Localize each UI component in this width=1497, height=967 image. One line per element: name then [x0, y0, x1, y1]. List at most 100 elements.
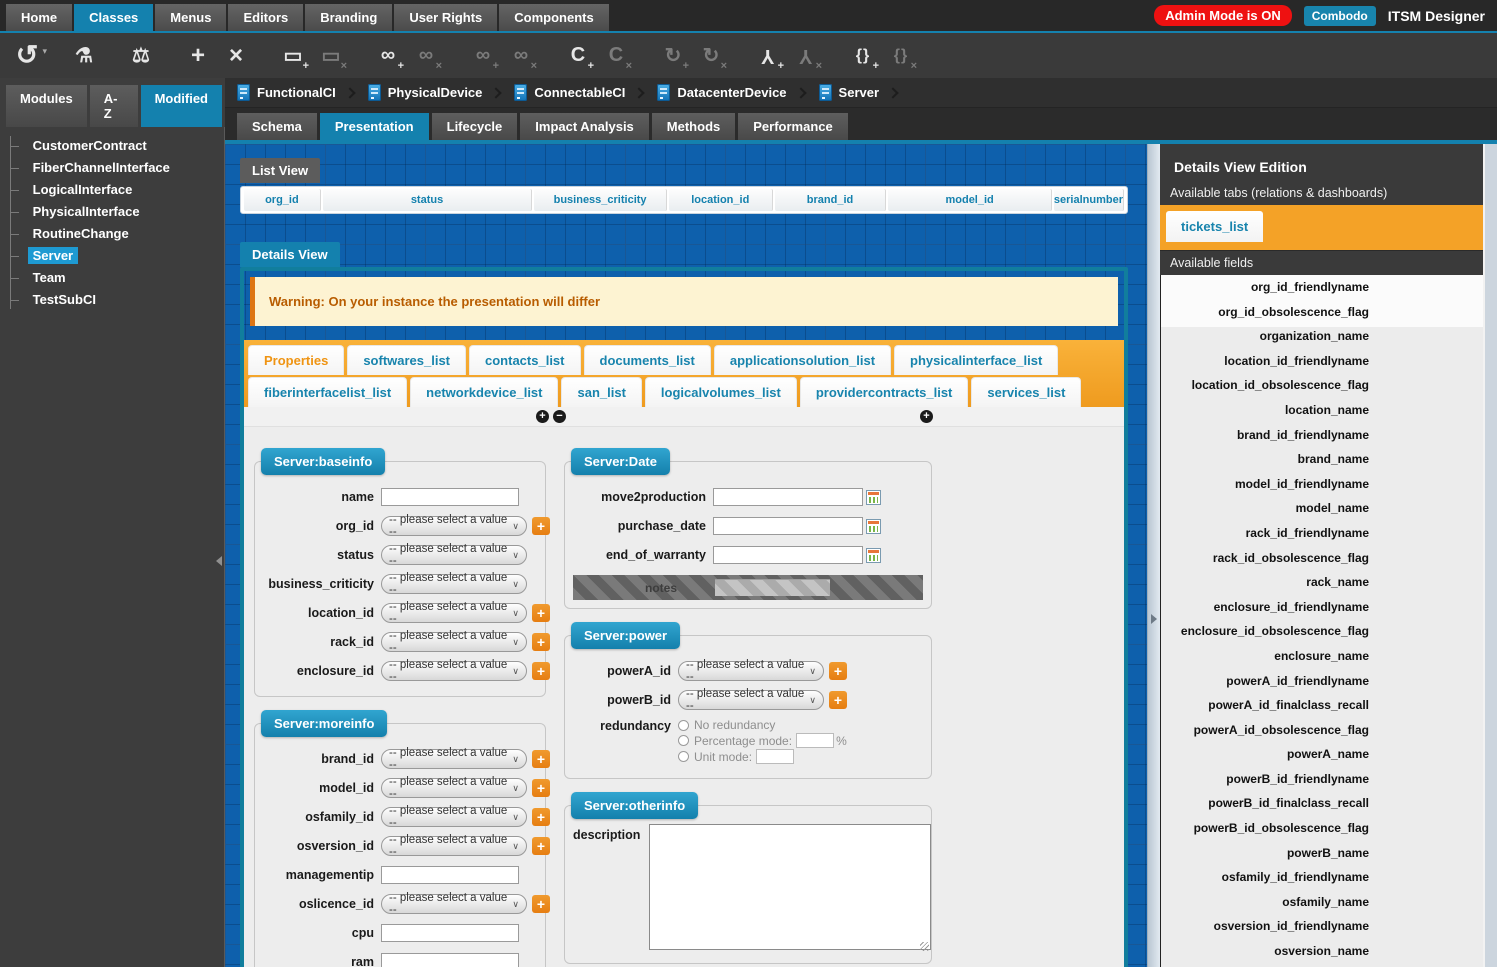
list-view-column[interactable]: org_id — [244, 189, 321, 211]
add-value-button[interactable]: + — [532, 750, 550, 768]
list-view-column[interactable]: brand_id — [775, 189, 887, 211]
date-input[interactable] — [713, 517, 863, 535]
add-linkset-icon[interactable]: ∞ + ▾ — [467, 38, 499, 74]
description-textarea[interactable] — [649, 824, 931, 950]
content-tab[interactable]: Lifecycle — [432, 113, 518, 140]
content-tab[interactable]: Methods — [652, 113, 735, 140]
available-field-item[interactable]: osversion_name — [1161, 939, 1483, 964]
content-tab[interactable]: Impact Analysis — [520, 113, 649, 140]
available-field-item[interactable]: powerB_id_obsolescence_flag — [1161, 816, 1483, 841]
details-tab[interactable]: logicalvolumes_list — [645, 377, 797, 407]
text-input[interactable] — [381, 488, 519, 506]
delete-class-icon[interactable]: × ▾ — [220, 38, 252, 74]
menu-tab[interactable]: Editors — [228, 4, 303, 31]
list-view-column[interactable]: location_id — [669, 189, 773, 211]
balance-scales-icon[interactable]: ⚖ ▾ — [125, 38, 157, 74]
select-dropdown[interactable]: -- please select a value --∨ — [678, 690, 824, 710]
radio-icon[interactable] — [678, 735, 689, 746]
date-input[interactable] — [713, 546, 863, 564]
select-dropdown[interactable]: -- please select a value --∨ — [381, 778, 527, 798]
remove-method-icon[interactable]: {} × ▾ — [885, 38, 917, 74]
class-tree-item[interactable]: FiberChannelInterface — [11, 158, 224, 177]
available-field-item[interactable]: osversion_id_friendlyname — [1161, 914, 1483, 939]
radio-option[interactable]: Percentage mode: % — [678, 733, 847, 748]
breadcrumb-item[interactable]: ConnectableCI — [514, 84, 653, 101]
available-field-item[interactable]: powerB_id_friendlyname — [1161, 767, 1483, 792]
collapse-sidebar-arrow-icon[interactable] — [216, 556, 222, 566]
select-dropdown[interactable]: -- please select a value --∨ — [381, 603, 527, 623]
select-dropdown[interactable]: -- please select a value --∨ — [381, 836, 527, 856]
select-dropdown[interactable]: -- please select a value --∨ — [381, 661, 527, 681]
menu-tab[interactable]: Branding — [305, 4, 392, 31]
add-value-button[interactable]: + — [532, 895, 550, 913]
class-tree-item[interactable]: LogicalInterface — [11, 180, 224, 199]
available-field-item[interactable]: osfamily_id_friendlyname — [1161, 865, 1483, 890]
breadcrumb-item[interactable]: PhysicalDevice — [368, 84, 511, 101]
select-dropdown[interactable]: -- please select a value --∨ — [381, 807, 527, 827]
add-column-button[interactable]: + — [536, 410, 549, 423]
radio-option[interactable]: Unit mode: — [678, 749, 847, 764]
list-view-column[interactable]: serialnumber — [1054, 189, 1124, 211]
select-dropdown[interactable]: -- please select a value --∨ — [381, 516, 527, 536]
menu-tab[interactable]: Home — [6, 4, 72, 31]
class-tree-item[interactable]: CustomerContract — [11, 136, 224, 155]
add-value-button[interactable]: + — [532, 517, 550, 535]
add-value-button[interactable]: + — [829, 691, 847, 709]
select-dropdown[interactable]: -- please select a value --∨ — [381, 574, 527, 594]
remove-linkset-icon[interactable]: ∞ × ▾ — [505, 38, 537, 74]
details-view-tab[interactable]: Details View — [240, 242, 340, 267]
remove-link-icon[interactable]: ∞ × ▾ — [410, 38, 442, 74]
available-field-item[interactable]: location_name — [1161, 398, 1483, 423]
remove-screen-icon[interactable]: ▭ × ▾ — [315, 38, 347, 74]
compare-flask-icon[interactable]: ⚗ ▾ — [68, 38, 100, 74]
available-field-item[interactable]: organization_name — [1161, 324, 1483, 349]
text-input[interactable] — [381, 924, 519, 942]
available-tab[interactable]: tickets_list — [1166, 211, 1263, 242]
available-field-item[interactable]: powerA_name — [1161, 742, 1483, 767]
combodo-badge[interactable]: Combodo — [1304, 6, 1376, 26]
add-value-button[interactable]: + — [532, 604, 550, 622]
undo-icon[interactable]: ↺ ▾ — [11, 38, 43, 74]
remove-lifecycle-icon[interactable]: ↻ × ▾ — [695, 38, 727, 74]
add-value-button[interactable]: + — [532, 808, 550, 826]
available-field-item[interactable]: powerB_id_finalclass_recall — [1161, 791, 1483, 816]
select-dropdown[interactable]: -- please select a value --∨ — [381, 545, 527, 565]
menu-tab[interactable]: Menus — [155, 4, 226, 31]
available-field-item[interactable]: powerB_name — [1161, 841, 1483, 866]
panel-scrollbar[interactable] — [1483, 144, 1497, 967]
details-tab[interactable]: Properties — [248, 345, 344, 375]
available-field-item[interactable]: powerA_id_finalclass_recall — [1161, 693, 1483, 718]
available-field-item[interactable]: rack_id_obsolescence_flag — [1161, 546, 1483, 571]
class-tree-item[interactable]: PhysicalInterface — [11, 202, 224, 221]
add-method-icon[interactable]: {} + ▾ — [847, 38, 879, 74]
breadcrumb-item[interactable]: DatacenterDevice — [657, 84, 814, 101]
menu-tab[interactable]: Components — [499, 4, 608, 31]
class-tree-item[interactable]: Server — [11, 246, 224, 265]
available-field-item[interactable]: location_id_obsolescence_flag — [1161, 373, 1483, 398]
add-relation-icon[interactable]: Y + ▾ — [752, 38, 784, 74]
available-field-item[interactable]: model_id_friendlyname — [1161, 472, 1483, 497]
sidebar-tab[interactable]: Modified — [141, 85, 222, 127]
select-dropdown[interactable]: -- please select a value --∨ — [381, 632, 527, 652]
details-tab[interactable]: providercontracts_list — [800, 377, 969, 407]
add-class-icon[interactable]: + ▾ — [182, 38, 214, 74]
available-field-item[interactable]: location_id_friendlyname — [1161, 349, 1483, 374]
remove-relation-icon[interactable]: Y × ▾ — [790, 38, 822, 74]
available-field-item[interactable]: brand_id_friendlyname — [1161, 423, 1483, 448]
content-tab[interactable]: Presentation — [320, 113, 429, 140]
details-tab[interactable]: san_list — [561, 377, 641, 407]
class-tree-item[interactable]: Team — [11, 268, 224, 287]
breadcrumb-item[interactable]: Server — [819, 84, 907, 101]
details-tab[interactable]: softwares_list — [347, 345, 466, 375]
sidebar-tab[interactable]: A-Z — [90, 85, 138, 127]
class-tree-item[interactable]: TestSubCI — [11, 290, 224, 309]
details-tab[interactable]: physicalinterface_list — [894, 345, 1058, 375]
details-tab[interactable]: contacts_list — [469, 345, 580, 375]
add-link-icon[interactable]: ∞ + ▾ — [372, 38, 404, 74]
add-value-button[interactable]: + — [532, 633, 550, 651]
available-field-item[interactable]: brand_name — [1161, 447, 1483, 472]
menu-tab[interactable]: User Rights — [394, 4, 497, 31]
available-field-item[interactable]: powerA_id_friendlyname — [1161, 669, 1483, 694]
menu-tab[interactable]: Classes — [74, 4, 153, 31]
radio-value-input[interactable] — [756, 749, 794, 764]
